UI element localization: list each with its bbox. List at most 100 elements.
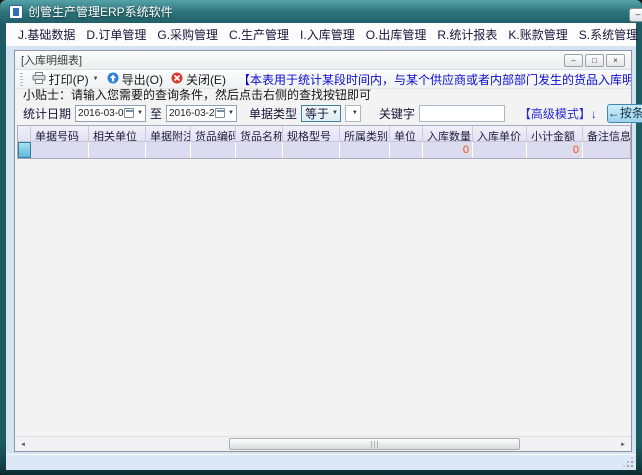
tip-text: 小贴士：请输入您需要的查询条件，然后点击右侧的查找按钮即可	[15, 89, 631, 102]
dropdown-arrow-icon: ▼	[332, 110, 338, 116]
cell-remark	[583, 142, 630, 158]
minimize-button[interactable]: –	[629, 8, 642, 22]
header-related-unit[interactable]: 相关单位	[89, 126, 146, 141]
calendar-icon[interactable]	[215, 108, 225, 118]
date-to-input[interactable]	[167, 108, 215, 119]
cell-inbound-qty: 0	[423, 142, 473, 158]
header-inbound-price[interactable]: 入库单价	[473, 126, 527, 141]
table-description: 【本表用于统计某段时间内，与某个供应商或者内部部门发生的货品入库明细数据】	[238, 71, 631, 88]
cell-spec-model	[283, 142, 340, 158]
header-spec-model[interactable]: 规格型号	[283, 126, 340, 141]
header-subtotal[interactable]: 小计金额	[527, 126, 583, 141]
minimize-icon: –	[571, 56, 575, 65]
menu-item-purchasing[interactable]: G.采购管理	[157, 26, 218, 43]
close-icon: ×	[613, 56, 618, 65]
menu-item-orders[interactable]: D.订单管理	[86, 26, 146, 43]
child-close-button[interactable]: ×	[606, 54, 625, 67]
menu-item-system[interactable]: S.系统管理	[579, 26, 638, 43]
calendar-icon[interactable]	[124, 108, 134, 118]
menu-item-inbound[interactable]: I.入库管理	[300, 26, 355, 43]
menu-item-accounts[interactable]: K.账款管理	[508, 26, 567, 43]
filter-bar: 统计日期 ▼ 至 ▼ 单据类型 等于 ▼	[15, 102, 631, 124]
dropdown-arrow-icon[interactable]: ▼	[228, 110, 234, 116]
close-view-button[interactable]: 关闭(E)	[167, 71, 230, 88]
close-label: 关闭(E)	[186, 71, 226, 88]
cell-category	[340, 142, 390, 158]
right-arrow-icon: ►	[620, 442, 626, 448]
scrollbar-grip-icon	[371, 441, 379, 448]
app-icon	[9, 5, 23, 19]
minimize-icon: –	[635, 9, 640, 19]
table-header-row: 单据号码 相关单位 单据附注 货品编码 货品名称 规格型号 所属类别 单位 入库…	[18, 126, 630, 142]
dropdown-arrow-icon[interactable]: ▼	[137, 110, 143, 116]
header-item-name[interactable]: 货品名称	[236, 126, 283, 141]
date-from-picker[interactable]: ▼	[75, 105, 146, 122]
window-title: 创管生产管理ERP系统软件	[28, 3, 173, 20]
date-to-picker[interactable]: ▼	[166, 105, 237, 122]
scrollbar-thumb[interactable]	[229, 438, 520, 450]
menu-item-outbound[interactable]: O.出库管理	[366, 26, 427, 43]
to-label: 至	[150, 105, 162, 122]
export-icon	[107, 72, 119, 87]
advanced-mode-label: 【高级模式】	[519, 107, 591, 121]
header-category[interactable]: 所属类别	[340, 126, 390, 141]
cell-unit	[390, 142, 423, 158]
print-dropdown-arrow-icon[interactable]: ▼	[93, 76, 99, 82]
dropdown-arrow-icon: ▼	[352, 110, 358, 116]
child-window: [入库明细表] – □ × 打印(P) ▼ 导出(O)	[14, 50, 632, 452]
scroll-left-button[interactable]: ◄	[15, 437, 31, 452]
titlebar[interactable]: 创管生产管理ERP系统软件 –	[0, 0, 642, 23]
status-bar	[6, 454, 636, 470]
resize-grip[interactable]	[623, 457, 634, 468]
child-minimize-button[interactable]: –	[564, 54, 583, 67]
cell-inbound-price	[473, 142, 527, 158]
doc-type-label: 单据类型	[249, 105, 297, 122]
cell-subtotal: 0	[527, 142, 583, 158]
header-unit[interactable]: 单位	[390, 126, 423, 141]
header-doc-number[interactable]: 单据号码	[31, 126, 89, 141]
app-window: 创管生产管理ERP系统软件 – J.基础数据 D.订单管理 G.采购管理 C.生…	[0, 0, 642, 475]
down-arrow-icon: ↓	[591, 107, 597, 121]
header-selector	[18, 126, 31, 141]
table-row[interactable]: 0 0	[18, 142, 630, 158]
cell-related-unit	[89, 142, 146, 158]
mdi-area: [入库明细表] – □ × 打印(P) ▼ 导出(O)	[6, 46, 636, 454]
menu-item-basic-data[interactable]: J.基础数据	[18, 26, 75, 43]
results-table: 单据号码 相关单位 单据附注 货品编码 货品名称 规格型号 所属类别 单位 入库…	[17, 125, 631, 159]
keyword-input[interactable]	[419, 105, 505, 122]
child-window-title: [入库明细表]	[21, 52, 564, 68]
menu-item-reports[interactable]: R.统计报表	[437, 26, 497, 43]
menu-bar: J.基础数据 D.订单管理 G.采购管理 C.生产管理 I.入库管理 O.出库管…	[6, 23, 636, 46]
close-icon	[171, 72, 183, 87]
horizontal-scrollbar[interactable]: ◄ ►	[15, 436, 631, 451]
left-arrow-icon: ◄	[20, 442, 26, 448]
scroll-right-button[interactable]: ►	[615, 437, 631, 452]
date-from-input[interactable]	[76, 108, 124, 119]
cell-doc-note	[146, 142, 191, 158]
printer-icon	[32, 72, 46, 87]
child-titlebar[interactable]: [入库明细表] – □ ×	[15, 51, 631, 70]
export-button[interactable]: 导出(O)	[103, 71, 167, 88]
scrollbar-track[interactable]	[31, 437, 615, 451]
date-range-label: 统计日期	[23, 105, 71, 122]
header-item-code[interactable]: 货品编码	[191, 126, 236, 141]
toolbar-grip-icon	[20, 73, 23, 86]
child-maximize-button[interactable]: □	[585, 54, 604, 67]
print-button[interactable]: 打印(P) ▼	[28, 71, 103, 88]
doc-type-value-select[interactable]: ▼	[345, 105, 361, 122]
print-label: 打印(P)	[49, 71, 89, 88]
maximize-icon: □	[592, 56, 597, 65]
advanced-mode-link[interactable]: 【高级模式】↓	[519, 105, 597, 122]
header-remark[interactable]: 备注信息	[583, 126, 630, 141]
cell-doc-number	[31, 142, 89, 158]
cell-item-name	[236, 142, 283, 158]
header-inbound-qty[interactable]: 入库数量	[423, 126, 473, 141]
menu-item-production[interactable]: C.生产管理	[229, 26, 289, 43]
search-button[interactable]: ←按条件查找(S)	[607, 104, 642, 123]
doc-type-operator-value: 等于	[305, 105, 329, 122]
row-selector-cell[interactable]	[18, 142, 31, 158]
toolbar: 打印(P) ▼ 导出(O) 关闭(E) 【本表用于统计某段时间内，与某个供应商或…	[15, 70, 631, 89]
doc-type-operator-select[interactable]: 等于 ▼	[301, 105, 341, 122]
header-doc-note[interactable]: 单据附注	[146, 126, 191, 141]
export-label: 导出(O)	[122, 71, 163, 88]
